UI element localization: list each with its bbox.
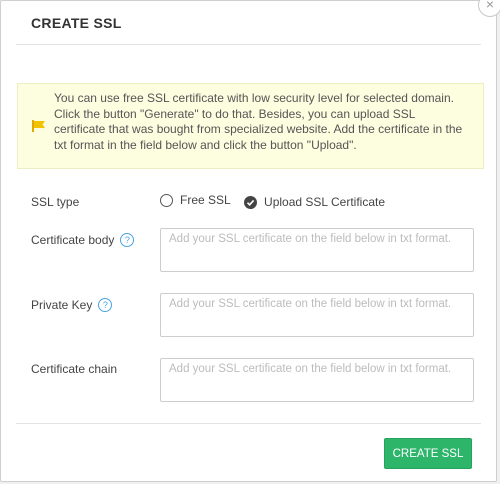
create-ssl-modal: × CREATE SSL You can use free SSL certif…	[0, 0, 500, 482]
free-ssl-radio[interactable]: Free SSL	[160, 193, 231, 207]
private-key-input[interactable]	[160, 293, 474, 337]
ssl-type-radio-group: Free SSL Upload SSL Certificate	[160, 193, 395, 210]
private-key-label: Private Key	[31, 298, 93, 312]
radio-checked-icon	[244, 195, 258, 209]
flag-icon	[32, 120, 45, 132]
close-icon[interactable]: ×	[478, 0, 500, 17]
free-ssl-label: Free SSL	[180, 193, 231, 207]
certificate-body-input[interactable]	[160, 228, 474, 272]
radio-unchecked-icon	[160, 193, 173, 207]
header-divider	[16, 44, 481, 45]
footer-divider	[16, 423, 481, 424]
private-key-row-label: Private Key?	[31, 298, 113, 312]
upload-ssl-radio[interactable]: Upload SSL Certificate	[244, 195, 385, 209]
info-notice: You can use free SSL certificate with lo…	[17, 83, 484, 169]
help-icon[interactable]: ?	[98, 298, 113, 312]
certificate-body-label: Certificate body	[31, 233, 115, 247]
help-icon[interactable]: ?	[120, 233, 135, 247]
certificate-body-row-label: Certificate body?	[31, 233, 135, 247]
modal-title: CREATE SSL	[31, 15, 122, 31]
certificate-chain-label: Certificate chain	[31, 362, 118, 376]
upload-ssl-label: Upload SSL Certificate	[264, 195, 385, 209]
notice-text: You can use free SSL certificate with lo…	[54, 91, 463, 152]
create-ssl-button[interactable]: CREATE SSL	[384, 438, 472, 469]
certificate-chain-input[interactable]	[160, 358, 474, 402]
ssl-type-label: SSL type	[31, 195, 80, 209]
